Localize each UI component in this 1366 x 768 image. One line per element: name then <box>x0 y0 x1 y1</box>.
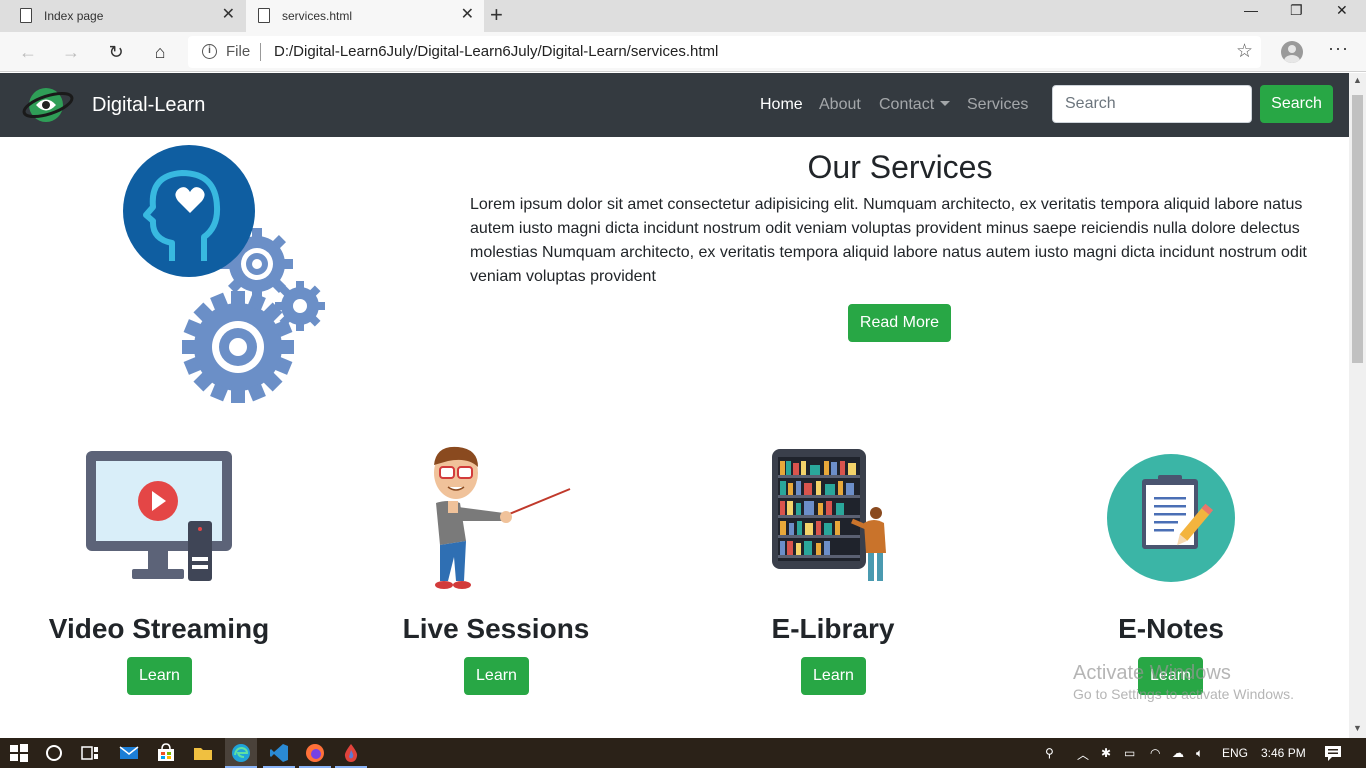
scroll-up-icon[interactable]: ▲ <box>1353 75 1362 85</box>
caret-down-icon <box>940 101 951 106</box>
battery-icon[interactable]: ▭ <box>1124 746 1135 760</box>
file-explorer-icon[interactable] <box>193 743 213 763</box>
clipboard-notes-icon <box>1107 454 1235 582</box>
browser-toolbar: ← → ↻ ⌂ i File D:/Digital-Learn6July/Dig… <box>0 32 1366 72</box>
close-icon[interactable]: ✕ <box>222 7 235 23</box>
edge-browser-icon[interactable] <box>231 743 251 763</box>
star-icon[interactable]: ☆ <box>1236 40 1253 63</box>
service-title-live-sessions: Live Sessions <box>402 613 590 644</box>
page-scrollbar[interactable]: ▲ ▼ <box>1349 73 1366 738</box>
firefox-icon[interactable] <box>305 743 325 763</box>
tab-label: Index page <box>44 9 104 23</box>
notifications-icon[interactable] <box>1323 743 1343 763</box>
nav-home[interactable]: Home <box>760 96 803 114</box>
service-title-video-streaming: Video Streaming <box>48 613 270 644</box>
back-icon[interactable]: ← <box>14 38 42 66</box>
close-icon[interactable]: ✕ <box>461 7 474 23</box>
head-gears-illustration <box>123 145 325 403</box>
scheme-label: File <box>226 43 251 60</box>
hero-description: Lorem ipsum dolor sit amet consectetur a… <box>470 196 1307 285</box>
mail-icon[interactable] <box>119 743 139 763</box>
scroll-thumb[interactable] <box>1352 95 1363 363</box>
info-icon[interactable]: i <box>202 44 217 59</box>
store-icon[interactable] <box>156 743 176 763</box>
profile-avatar-icon[interactable] <box>1281 41 1303 63</box>
new-tab-icon[interactable]: + <box>490 3 503 27</box>
windows-taskbar: ⚲ ︿ ✱ ▭ ◠ ☁ 🔈︎ ENG 3:46 PM <box>0 738 1366 768</box>
learn-e-library-button[interactable]: Learn <box>801 657 866 695</box>
task-view-icon[interactable] <box>80 743 100 763</box>
home-icon[interactable]: ⌂ <box>146 38 174 66</box>
wifi-icon[interactable]: ◠ <box>1150 746 1160 760</box>
people-icon[interactable]: ⚲ <box>1045 746 1054 760</box>
monitor-play-icon <box>86 451 232 581</box>
windows-start-icon[interactable] <box>9 743 29 763</box>
cortana-search-icon[interactable] <box>44 743 64 763</box>
page-icon <box>20 8 32 23</box>
refresh-icon[interactable]: ↻ <box>102 38 130 66</box>
bluetooth-icon[interactable]: ✱ <box>1101 746 1111 760</box>
browser-tab-bar: Index page ✕ services.html ✕ + — ❐ ✕ <box>0 0 1366 32</box>
service-title-e-library: E-Library <box>771 613 895 644</box>
page-title: Our Services <box>807 149 993 185</box>
library-tablet-icon <box>772 449 886 581</box>
volume-icon[interactable]: 🔈︎ <box>1196 746 1203 761</box>
scroll-down-icon[interactable]: ▼ <box>1353 723 1362 733</box>
divider <box>260 43 261 61</box>
restore-icon[interactable]: ❐ <box>1290 2 1303 19</box>
page-icon <box>258 8 270 23</box>
teacher-pointer-icon <box>434 446 571 589</box>
site-navbar: Digital-Learn Home About Contact Service… <box>0 73 1349 137</box>
activation-watermark-title: Activate Windows <box>1073 662 1231 684</box>
minimize-icon[interactable]: — <box>1244 2 1258 18</box>
address-bar[interactable]: i File D:/Digital-Learn6July/Digital-Lea… <box>188 36 1261 68</box>
chevron-up-icon[interactable]: ︿ <box>1077 746 1089 763</box>
tab-services[interactable]: services.html ✕ <box>246 0 484 32</box>
tab-label: services.html <box>282 9 353 23</box>
forward-icon[interactable]: → <box>57 38 85 66</box>
brand-name[interactable]: Digital-Learn <box>92 94 205 117</box>
input-language[interactable]: ENG <box>1222 746 1248 760</box>
brand-logo-icon[interactable] <box>22 85 74 125</box>
window-close-icon[interactable]: ✕ <box>1336 2 1348 19</box>
search-input[interactable] <box>1052 85 1252 123</box>
page-viewport: Digital-Learn Home About Contact Service… <box>0 73 1349 738</box>
network-error-icon[interactable]: ☁ <box>1172 746 1184 760</box>
droplet-app-icon[interactable] <box>341 743 361 763</box>
nav-contact-dropdown[interactable]: Contact <box>879 96 951 114</box>
more-menu-icon[interactable]: ··· <box>1328 38 1349 59</box>
search-button[interactable]: Search <box>1260 85 1333 123</box>
url-text[interactable]: D:/Digital-Learn6July/Digital-Learn6July… <box>274 43 718 60</box>
learn-live-sessions-button[interactable]: Learn <box>464 657 529 695</box>
service-title-e-notes: E-Notes <box>1118 613 1224 644</box>
activation-watermark-text: Go to Settings to activate Windows. <box>1073 686 1294 702</box>
tab-index-page[interactable]: Index page ✕ <box>0 0 245 32</box>
read-more-button[interactable]: Read More <box>848 304 951 342</box>
nav-about[interactable]: About <box>819 96 861 114</box>
vscode-icon[interactable] <box>269 743 289 763</box>
nav-contact-label: Contact <box>879 96 935 113</box>
clock[interactable]: 3:46 PM <box>1261 746 1306 760</box>
learn-video-streaming-button[interactable]: Learn <box>127 657 192 695</box>
nav-services[interactable]: Services <box>967 96 1028 114</box>
